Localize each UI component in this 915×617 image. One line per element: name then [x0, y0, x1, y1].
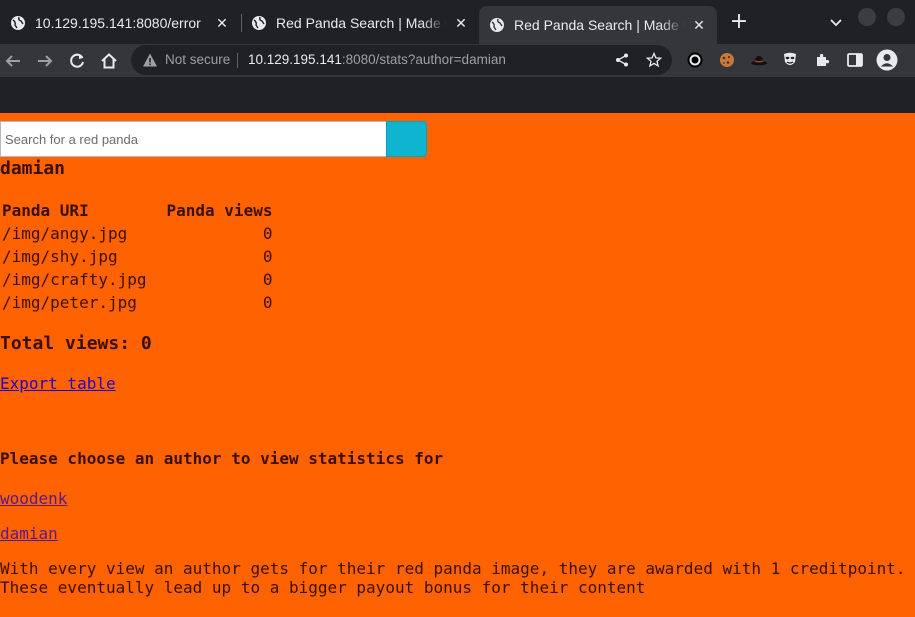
panda-views-cell: 0	[262, 270, 273, 289]
table-row: /img/crafty.jpg 0	[2, 268, 272, 291]
forward-button[interactable]	[33, 49, 57, 73]
globe-icon	[252, 15, 266, 30]
panda-uri-cell: /img/angy.jpg	[2, 224, 128, 243]
url-path: :8080/stats?author=damian	[341, 52, 506, 67]
browser-tab-error[interactable]: 10.129.195.141:8080/error ✕	[0, 7, 240, 38]
extension-circle-icon[interactable]	[686, 51, 704, 69]
globe-icon	[11, 15, 25, 30]
chevron-down-icon[interactable]	[828, 14, 844, 30]
back-icon	[5, 55, 20, 67]
author-heading: damian	[0, 158, 66, 179]
panda-views-cell: 0	[262, 247, 273, 266]
globe-icon	[490, 18, 504, 32]
url-host: 10.129.195.141	[248, 52, 342, 67]
hat-icon[interactable]	[750, 51, 768, 69]
table-header-row: Panda URI Panda views	[2, 199, 272, 222]
panda-views-cell: 0	[262, 224, 273, 243]
column-header-views: Panda views	[166, 201, 273, 220]
sidepanel-icon[interactable]	[846, 51, 864, 69]
panda-uri-cell: /img/shy.jpg	[2, 247, 118, 266]
address-bar[interactable]: Not secure 10.129.195.141:8080/stats?aut…	[131, 45, 672, 75]
description-line-2: These eventually lead up to a bigger pay…	[0, 578, 646, 597]
choose-author-heading: Please choose an author to view statisti…	[0, 449, 444, 468]
mask-icon[interactable]	[781, 51, 799, 69]
new-tab-button[interactable]: +	[728, 11, 750, 33]
table-row: /img/angy.jpg 0	[2, 222, 272, 245]
address-divider	[237, 53, 238, 68]
panda-views-cell: 0	[262, 293, 273, 312]
author-link-woodenk[interactable]: woodenk	[0, 489, 67, 508]
forward-icon	[38, 55, 53, 67]
back-button[interactable]	[1, 49, 25, 73]
stats-table: Panda URI Panda views /img/angy.jpg 0 /i…	[0, 199, 274, 314]
search-button[interactable]	[386, 121, 427, 157]
share-icon[interactable]	[614, 52, 630, 68]
column-header-uri: Panda URI	[2, 201, 89, 220]
table-row: /img/shy.jpg 0	[2, 245, 272, 268]
extensions-icon[interactable]	[814, 51, 832, 69]
panda-uri-cell: /img/peter.jpg	[2, 293, 137, 312]
reload-button[interactable]	[65, 49, 89, 73]
table-row: /img/peter.jpg 0	[2, 291, 272, 314]
browser-chrome-bottom	[0, 77, 915, 113]
browser-toolbar: Not secure 10.129.195.141:8080/stats?aut…	[0, 44, 915, 77]
close-icon[interactable]: ✕	[691, 17, 707, 33]
close-icon[interactable]: ✕	[214, 15, 230, 31]
star-icon[interactable]	[646, 52, 662, 68]
creditpoint-description: With every view an author gets for their…	[0, 559, 905, 597]
page-content: damian Panda URI Panda views /img/angy.j…	[0, 113, 915, 617]
home-icon	[101, 53, 117, 69]
author-link-damian[interactable]: damian	[0, 524, 58, 543]
description-line-1: With every view an author gets for their…	[0, 559, 906, 578]
security-label[interactable]: Not secure	[165, 52, 230, 67]
browser-tab-active[interactable]: Red Panda Search | Made with Spring Boot…	[479, 6, 717, 44]
browser-tab-search[interactable]: Red Panda Search | Made with Spring Boot…	[241, 7, 479, 38]
home-button[interactable]	[97, 49, 121, 73]
search-input[interactable]	[0, 121, 387, 157]
cookie-icon[interactable]	[718, 51, 736, 69]
export-table-link[interactable]: Export table	[0, 374, 116, 393]
window-maximize-button[interactable]	[887, 8, 905, 26]
window-minimize-button[interactable]	[858, 8, 876, 26]
close-icon[interactable]: ✕	[453, 15, 469, 31]
reload-icon	[70, 53, 84, 68]
url-text[interactable]: 10.129.195.141:8080/stats?author=damian	[248, 52, 506, 67]
panda-uri-cell: /img/crafty.jpg	[2, 270, 147, 289]
browser-tab-strip: 10.129.195.141:8080/error ✕ Red Panda Se…	[0, 0, 915, 44]
warning-icon[interactable]	[142, 52, 158, 68]
total-views: Total views: 0	[0, 333, 152, 354]
profile-icon[interactable]	[876, 49, 898, 71]
